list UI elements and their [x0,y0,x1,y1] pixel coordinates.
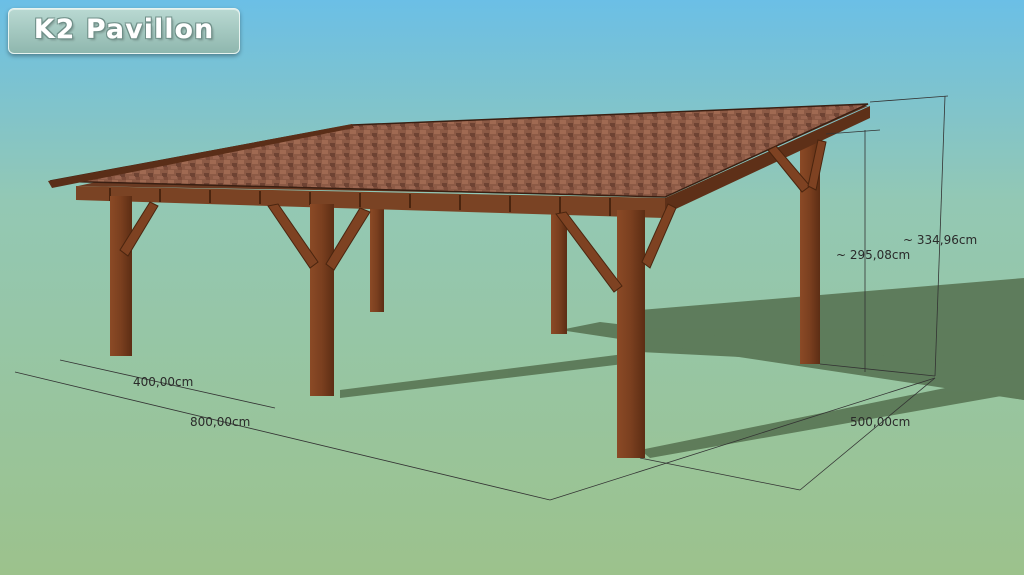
dim-width-half: 400,00cm [133,375,193,389]
background [0,0,1024,575]
post-back-left [370,200,384,312]
dim-width-full: 800,00cm [190,415,250,429]
dim-height-low: ~ 295,08cm [836,248,910,262]
post-back-middle [551,210,567,334]
page-title: K2 Pavillon [33,14,215,45]
dim-height-high: ~ 334,96cm [903,233,977,247]
pavilion-scene: 400,00cm 800,00cm 500,00cm ~ 295,08cm ~ … [0,0,1024,575]
title-badge: K2 Pavillon [8,8,240,54]
dim-depth: 500,00cm [850,415,910,429]
post-front-corner [617,210,645,458]
post-front-middle [310,204,334,396]
post-front-left [110,196,132,356]
